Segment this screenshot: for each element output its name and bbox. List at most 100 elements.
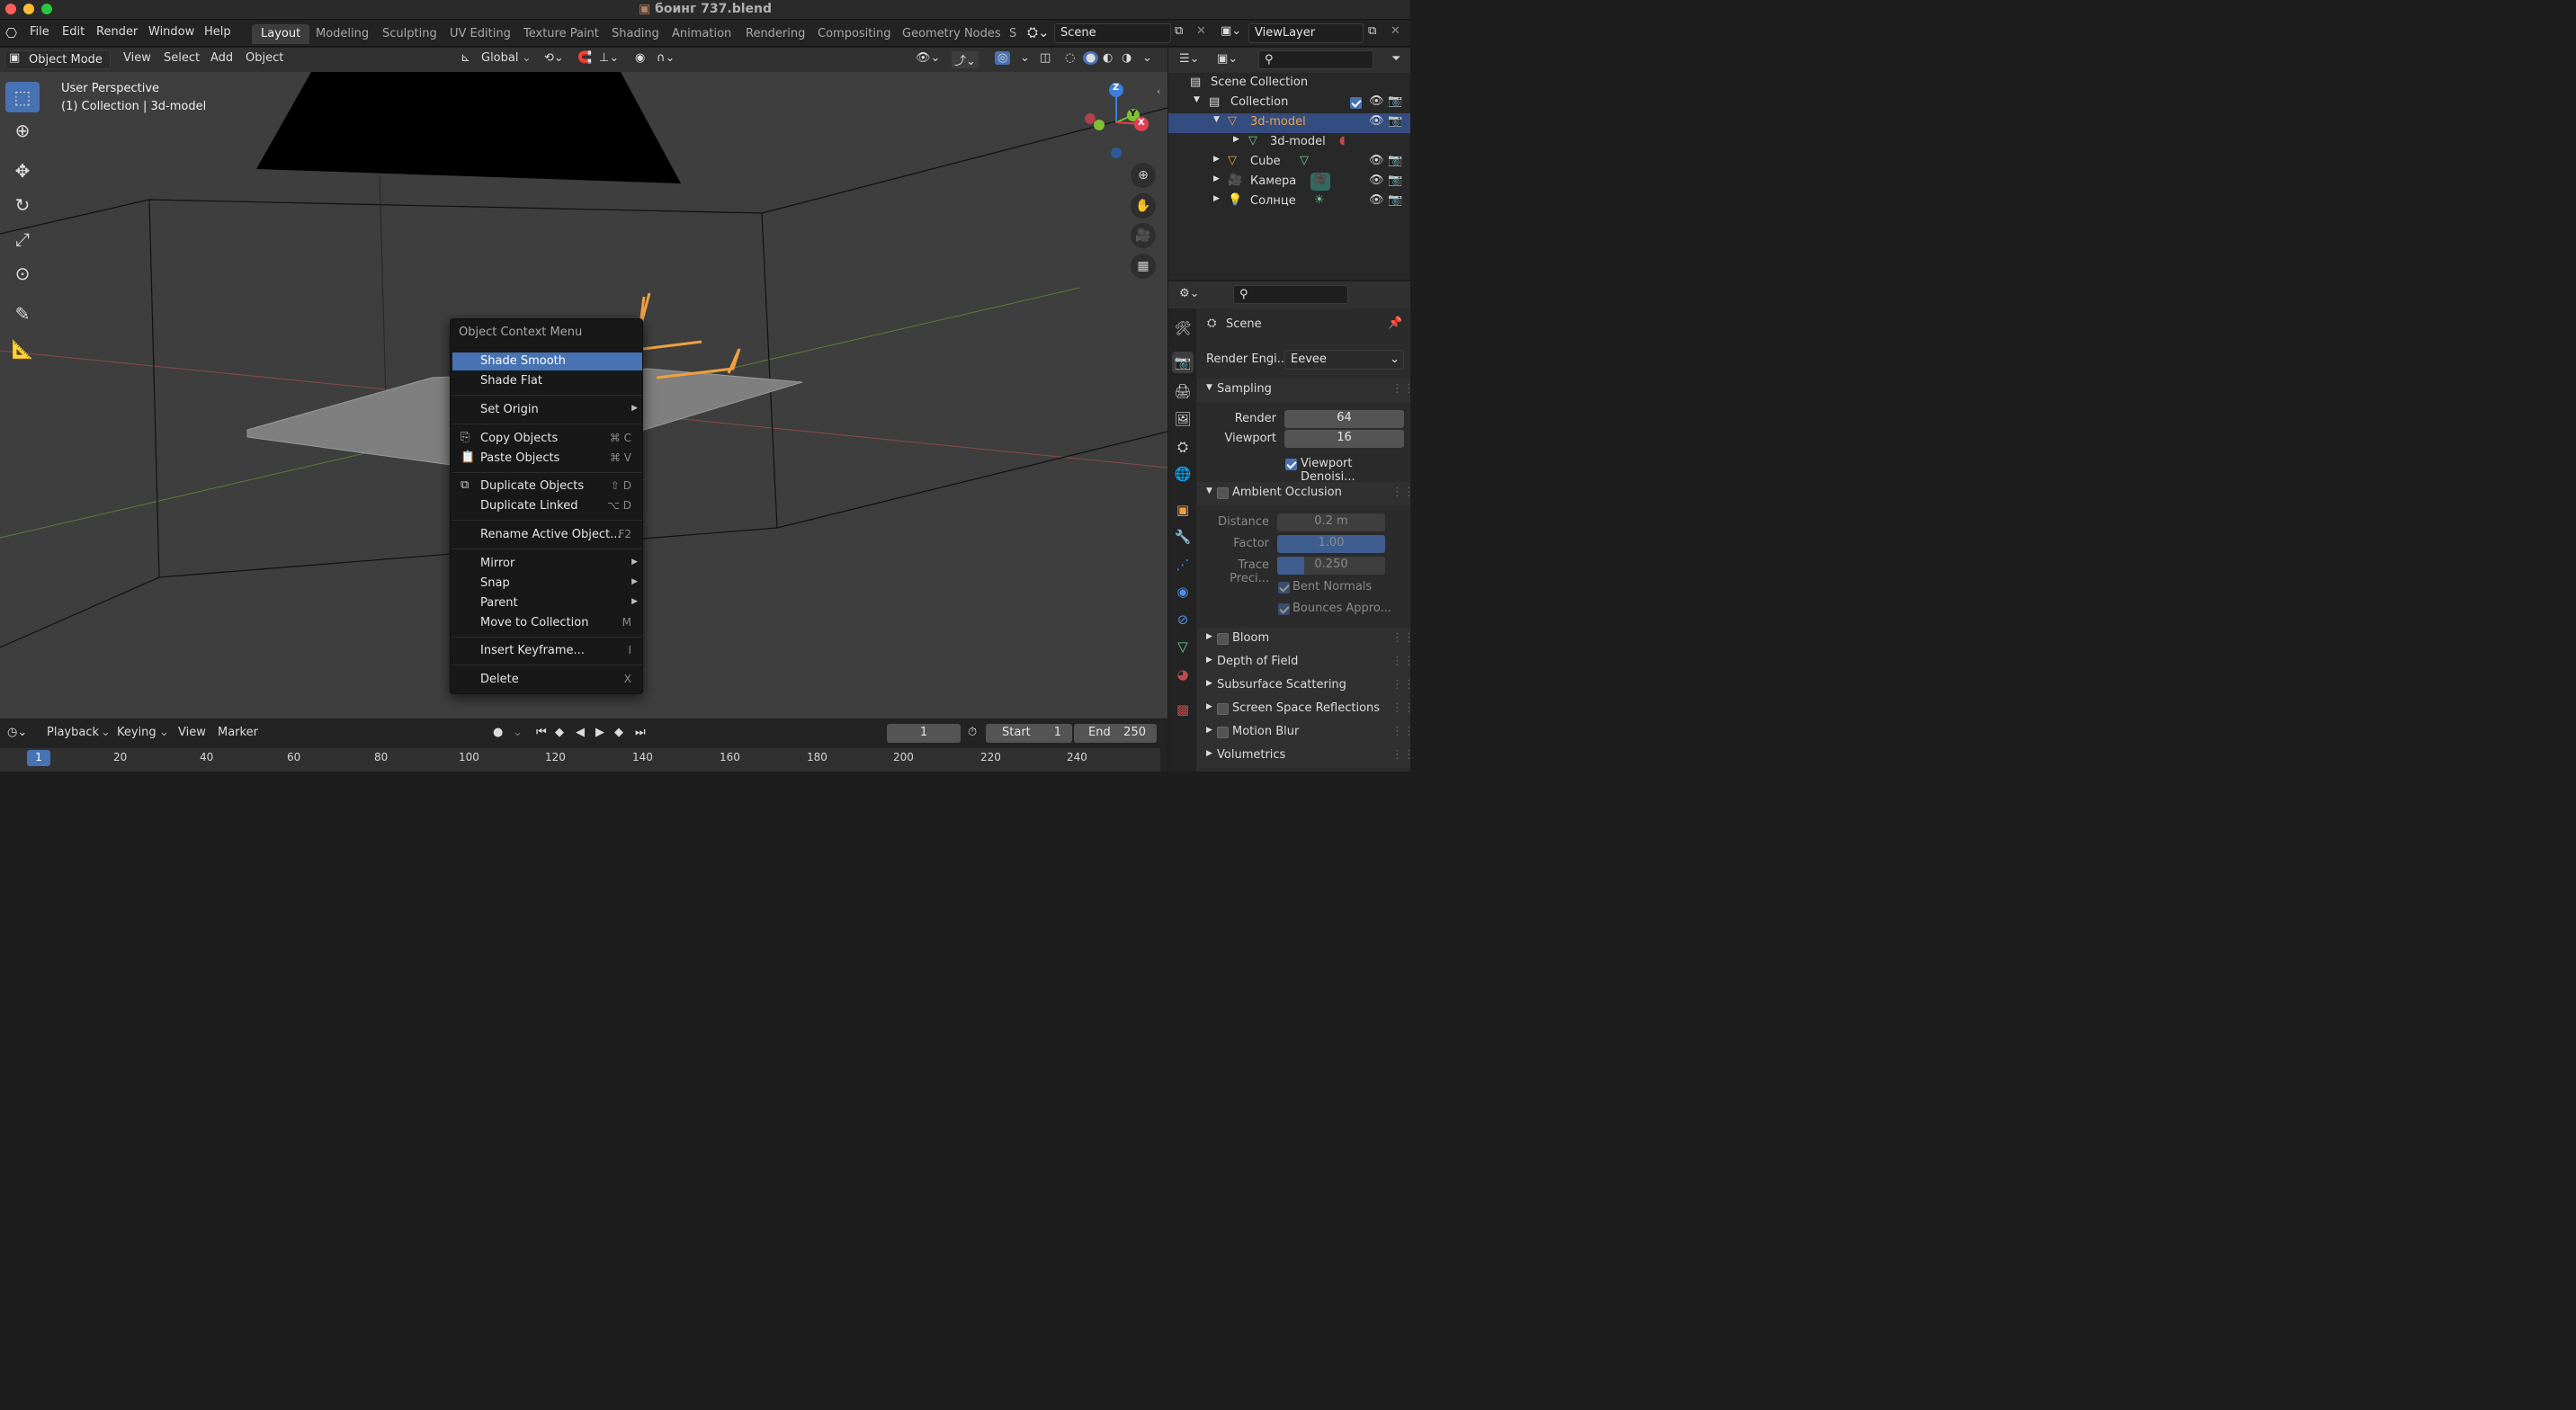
viewport-menu-object[interactable]: Object: [246, 51, 283, 65]
record-dropdown-icon[interactable]: ⌄: [513, 726, 523, 739]
outliner-row-cube[interactable]: ▶ ▽ Cube ▽ 👁 📷: [1168, 153, 1410, 173]
pin-icon[interactable]: 📌: [1388, 317, 1402, 330]
delete-scene-icon[interactable]: ✕: [1196, 24, 1206, 38]
zoom-icon[interactable]: ⊕: [1131, 163, 1156, 188]
shading-dropdown-icon[interactable]: ⌄: [1142, 51, 1152, 65]
gizmo-toggle-icon[interactable]: ⤴⌄: [952, 51, 979, 68]
menu-item-copy-objects[interactable]: ⎘ Copy Objects ⌘ C: [452, 430, 642, 448]
panel-subsurface-scattering-header[interactable]: ▶ Subsurface Scattering ⋮⋮: [1197, 674, 1410, 698]
panel-motion-blur-header[interactable]: ▶ Motion Blur ⋮⋮: [1197, 721, 1410, 745]
delete-viewlayer-icon[interactable]: ✕: [1391, 24, 1400, 38]
falloff-icon[interactable]: ∩⌄: [657, 51, 675, 65]
next-keyframe-icon[interactable]: ◆: [614, 726, 623, 739]
eye-icon[interactable]: 👁: [1369, 114, 1384, 128]
data-tab-icon[interactable]: ▽: [1172, 636, 1194, 657]
material-shading-icon[interactable]: ◐: [1103, 51, 1113, 65]
sampling-viewport-field[interactable]: 16: [1284, 430, 1404, 448]
ortho-grid-icon[interactable]: ▦: [1131, 254, 1156, 279]
panel-bloom-header[interactable]: ▶ Bloom ⋮⋮: [1197, 628, 1410, 651]
panel-depth-of-field-header[interactable]: ▶ Depth of Field ⋮⋮: [1197, 651, 1410, 674]
render-camera-icon[interactable]: 📷: [1388, 94, 1402, 108]
menu-item-duplicate-linked[interactable]: Duplicate Linked ⌥ D: [452, 497, 642, 515]
end-frame-field[interactable]: End 250: [1074, 724, 1157, 743]
eye-icon[interactable]: 👁: [1369, 154, 1384, 167]
xray-icon[interactable]: ◫: [1040, 51, 1051, 65]
camera-view-icon[interactable]: 🎥: [1131, 223, 1156, 248]
keying-dropdown-icon[interactable]: ⌄: [159, 726, 169, 739]
tab-scripting[interactable]: S: [1002, 24, 1025, 44]
ambient-occlusion-checkbox[interactable]: [1217, 487, 1229, 499]
outliner-row-3d-model[interactable]: ▼ ▽ 3d-model 👁 📷: [1168, 113, 1410, 133]
menu-item-set-origin[interactable]: Set Origin ▶: [452, 401, 642, 419]
tab-texture-paint[interactable]: Texture Paint: [514, 24, 608, 44]
panel-ssr-header[interactable]: ▶ Screen Space Reflections ⋮⋮: [1197, 698, 1410, 721]
current-frame-field[interactable]: 1: [887, 724, 961, 743]
viewport-menu-view[interactable]: View: [123, 51, 151, 65]
panel-ambient-occlusion-header[interactable]: ▼ Ambient Occlusion ⋮⋮: [1197, 482, 1410, 505]
annotate-tool[interactable]: ✎: [5, 299, 40, 329]
outliner-row-collection[interactable]: ▼ ▤ Collection 👁 📷: [1168, 94, 1410, 113]
menu-file[interactable]: File: [30, 25, 49, 39]
drag-handle-icon[interactable]: ⋮⋮: [1391, 382, 1410, 396]
menu-edit[interactable]: Edit: [62, 25, 85, 39]
stopwatch-icon[interactable]: ⏱: [968, 726, 977, 739]
output-tab-icon[interactable]: 🖨: [1172, 380, 1194, 402]
bounces-approx-checkbox[interactable]: [1278, 603, 1290, 615]
outliner-row-scene-collection[interactable]: ▤ Scene Collection: [1168, 74, 1410, 94]
record-icon[interactable]: ●: [493, 726, 503, 739]
menu-help[interactable]: Help: [204, 25, 231, 39]
sampling-render-field[interactable]: 64: [1284, 410, 1404, 428]
viewlayer-selector-icon[interactable]: ▣⌄: [1221, 24, 1241, 38]
expand-arrow-icon[interactable]: ▼: [1194, 95, 1200, 104]
transform-orientation-select[interactable]: Global: [481, 51, 518, 65]
expand-arrow-icon[interactable]: ▶: [1233, 135, 1239, 144]
tab-rendering[interactable]: Rendering: [737, 24, 814, 44]
outliner-row-sun[interactable]: ▶ 💡 Солнце ☀ 👁 📷: [1168, 192, 1410, 212]
menu-item-rename-active[interactable]: Rename Active Object... F2: [452, 526, 642, 544]
drag-handle-icon[interactable]: ⋮⋮: [1391, 486, 1410, 499]
motion-blur-checkbox[interactable]: [1217, 727, 1229, 738]
tab-layout[interactable]: Layout: [252, 24, 310, 44]
playback-dropdown-icon[interactable]: ⌄: [101, 726, 111, 739]
viewlayer-name-field[interactable]: ViewLayer: [1248, 23, 1364, 43]
scene-tab-icon[interactable]: ⛭: [1172, 436, 1194, 458]
eye-icon[interactable]: 👁: [1369, 193, 1384, 207]
tab-uv-editing[interactable]: UV Editing: [441, 24, 520, 44]
snap-target-icon[interactable]: ⊥⌄: [599, 51, 619, 65]
play-reverse-icon[interactable]: ◀: [576, 726, 585, 739]
expand-arrow-icon[interactable]: ▶: [1213, 174, 1220, 183]
rotate-tool[interactable]: ↻: [5, 190, 40, 220]
menu-item-parent[interactable]: Parent ▶: [452, 594, 642, 612]
eye-icon[interactable]: 👁: [1369, 94, 1384, 108]
expand-arrow-icon[interactable]: ▼: [1213, 115, 1220, 124]
viewport-menu-select[interactable]: Select: [164, 51, 200, 65]
navigation-gizmo[interactable]: Z Y X: [1076, 79, 1157, 160]
cursor-tool[interactable]: ⊕: [5, 115, 40, 146]
menu-item-mirror[interactable]: Mirror ▶: [452, 555, 642, 573]
new-viewlayer-icon[interactable]: ⧉: [1368, 24, 1376, 38]
drag-handle-icon[interactable]: ⋮⋮: [1391, 748, 1410, 762]
timeline-ruler[interactable]: 1 20 40 60 80 100 120 140 160 180 200 22…: [0, 748, 1160, 772]
render-camera-icon[interactable]: 📷: [1388, 193, 1402, 207]
constraints-tab-icon[interactable]: ⊘: [1172, 609, 1194, 630]
menu-item-move-to-collection[interactable]: Move to Collection M: [452, 614, 642, 632]
outliner-row-3d-model-mesh[interactable]: ▶ ▽ 3d-model ◖: [1168, 133, 1410, 153]
panel-sampling-header[interactable]: ▼ Sampling ⋮⋮: [1197, 379, 1410, 402]
ssr-checkbox[interactable]: [1217, 703, 1229, 715]
new-scene-icon[interactable]: ⧉: [1175, 24, 1183, 38]
modifier-tab-icon[interactable]: 🔧: [1172, 526, 1194, 548]
timeline-menu-playback[interactable]: Playback: [47, 726, 99, 739]
editor-type-icon[interactable]: ◷⌄: [7, 726, 27, 739]
proportional-edit-icon[interactable]: ◉: [635, 51, 645, 65]
display-mode-icon[interactable]: ▣⌄: [1217, 52, 1238, 66]
rendered-shading-icon[interactable]: ◑: [1122, 51, 1131, 65]
menu-render[interactable]: Render: [96, 25, 138, 39]
expand-arrow-icon[interactable]: ▶: [1213, 194, 1220, 203]
menu-item-paste-objects[interactable]: 📋 Paste Objects ⌘ V: [452, 450, 642, 468]
world-tab-icon[interactable]: 🌐: [1172, 463, 1194, 485]
ao-distance-field[interactable]: 0.2 m: [1277, 513, 1385, 531]
solid-shading-icon[interactable]: ●: [1083, 51, 1099, 65]
texture-tab-icon[interactable]: ▩: [1172, 699, 1194, 720]
drag-handle-icon[interactable]: ⋮⋮: [1391, 725, 1410, 738]
orientation-dropdown-icon[interactable]: ⌄: [522, 51, 532, 65]
